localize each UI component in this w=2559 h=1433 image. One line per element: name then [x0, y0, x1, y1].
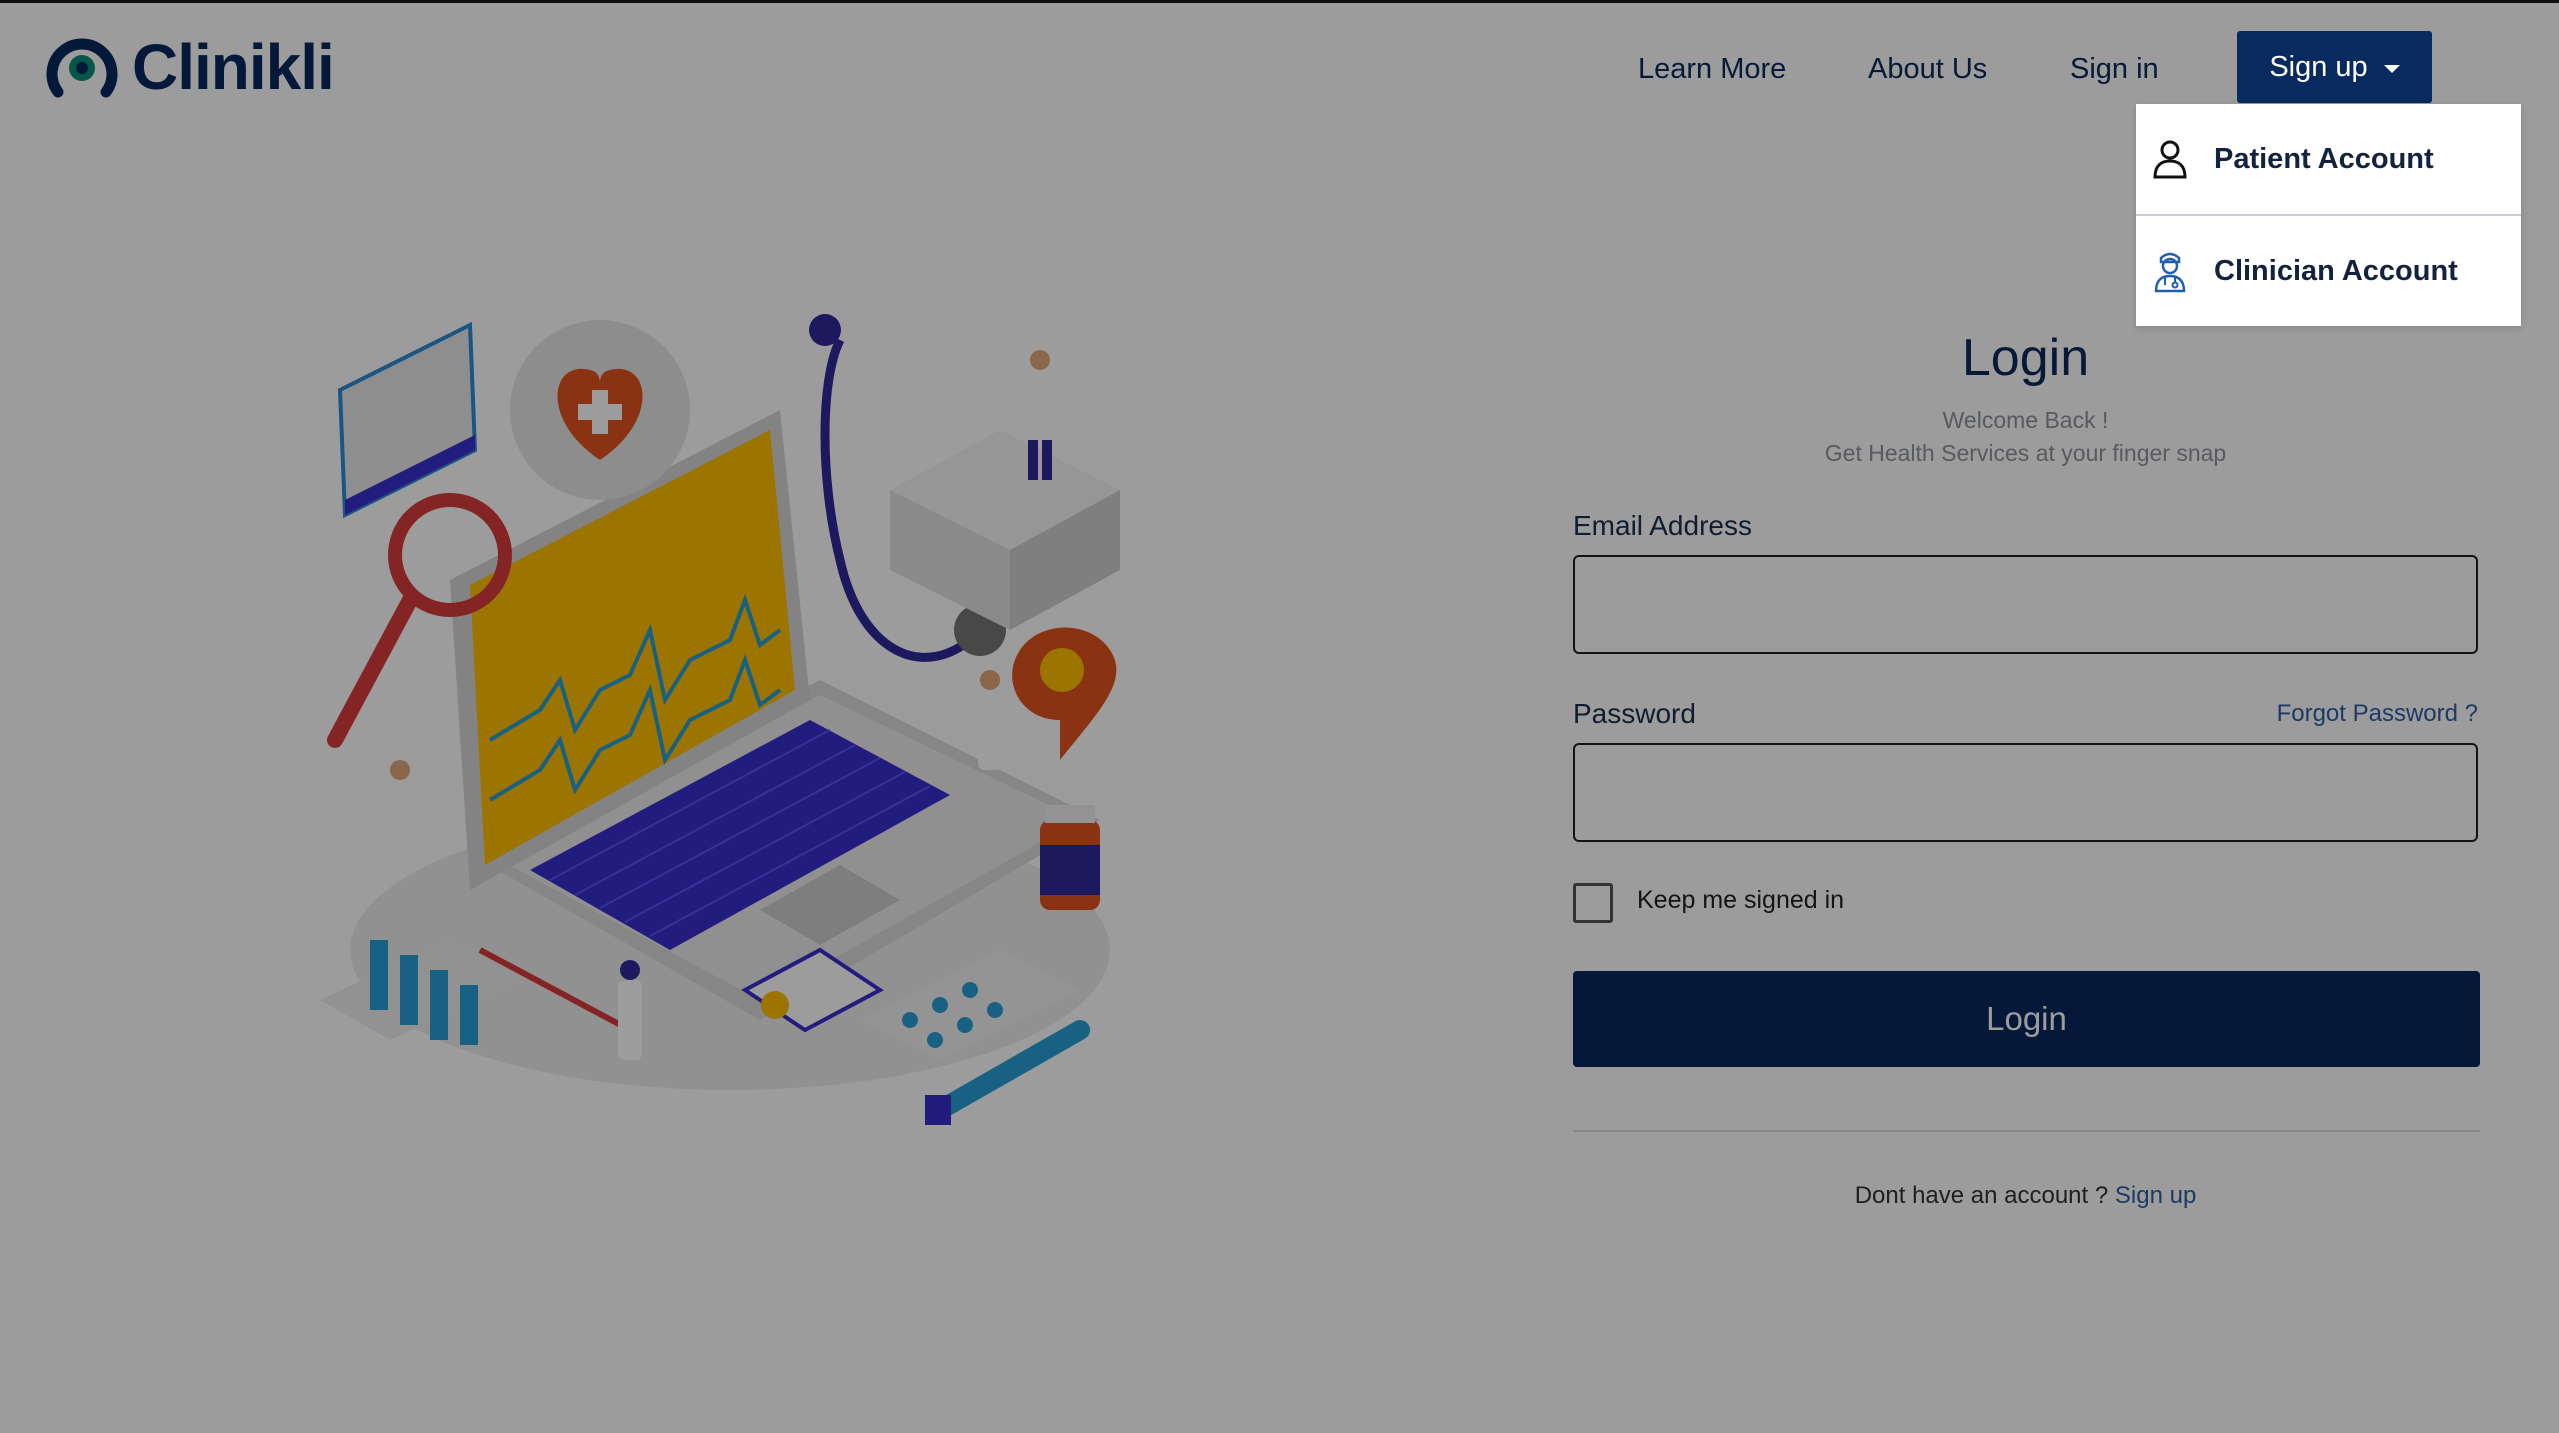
person-outline-icon: [2150, 137, 2190, 181]
window-top-border: [0, 0, 2559, 3]
sign-up-dropdown-menu: Patient Account Clinician Account: [2136, 104, 2521, 326]
clinician-account-item[interactable]: Clinician Account: [2136, 216, 2521, 326]
clinician-account-label: Clinician Account: [2214, 254, 2458, 287]
sign-up-label: Sign up: [2269, 50, 2368, 83]
sign-up-dropdown-button[interactable]: Sign up: [2237, 31, 2432, 103]
caret-down-icon: [2383, 65, 2400, 73]
patient-account-label: Patient Account: [2214, 142, 2434, 175]
doctor-icon: [2150, 249, 2190, 293]
patient-account-item[interactable]: Patient Account: [2136, 104, 2521, 214]
